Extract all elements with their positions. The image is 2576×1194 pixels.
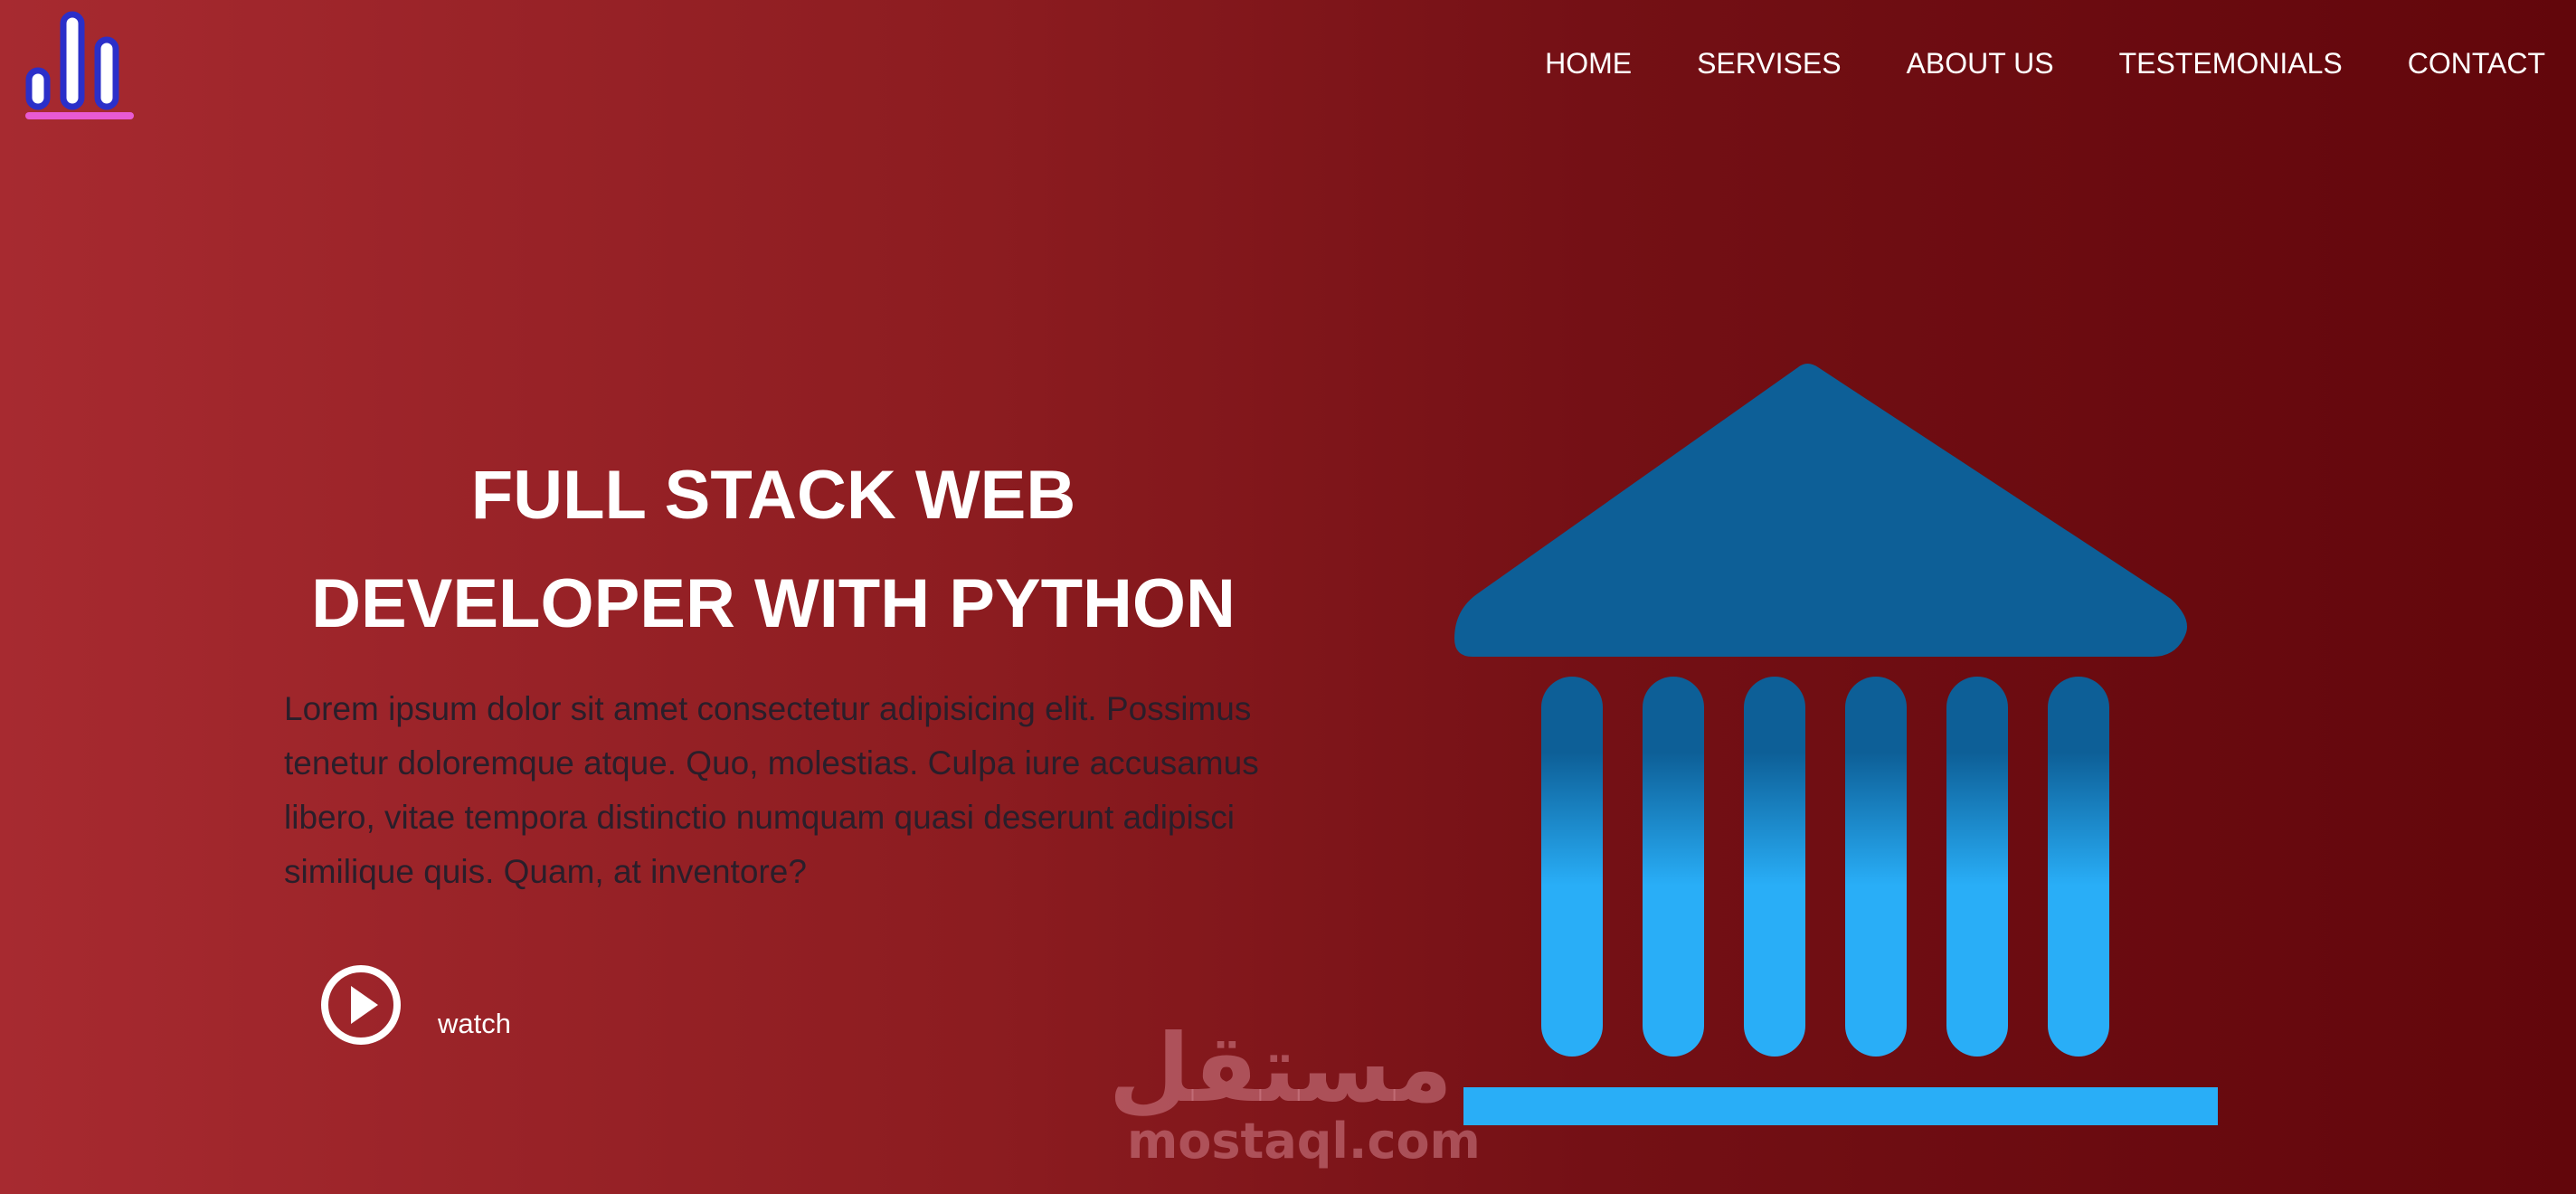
hero-title-line-1: FULL STACK WEB: [470, 457, 1076, 534]
site-logo[interactable]: [24, 7, 137, 121]
bank-building-icon: [1454, 364, 2218, 1125]
nav-home[interactable]: HOME: [1545, 43, 1632, 83]
watermark-latin: mostaql.com: [1127, 1113, 1481, 1170]
watermark: مستقل mostaql.com: [1108, 1013, 1481, 1172]
column-5: [1946, 677, 2008, 1057]
hero-illustration: [1447, 353, 2225, 1140]
column-2: [1643, 677, 1704, 1057]
building-base: [1463, 1087, 2218, 1125]
watermark-arabic: مستقل: [1108, 1013, 1453, 1123]
main-nav: HOME SERVISES ABOUT US TESTEMONIALS CONT…: [1480, 43, 2545, 83]
nav-testimonials[interactable]: TESTEMONIALS: [2119, 43, 2343, 83]
column-1: [1541, 677, 1603, 1057]
bar-chart-logo-icon: [25, 11, 134, 119]
watch-label[interactable]: watch: [438, 1004, 511, 1044]
roof-shape: [1454, 364, 2187, 657]
watch-play-button[interactable]: [320, 964, 402, 1046]
hero-title-line-2: DEVELOPER WITH PYTHON: [311, 565, 1236, 642]
nav-services[interactable]: SERVISES: [1697, 43, 1841, 83]
hero-title: FULL STACK WEB DEVELOPER WITH PYTHON: [226, 441, 1321, 659]
play-circle-icon: [321, 965, 401, 1045]
nav-contact[interactable]: CONTACT: [2408, 43, 2545, 83]
column-4: [1845, 677, 1907, 1057]
column-3: [1744, 677, 1805, 1057]
hero-description: Lorem ipsum dolor sit amet consectetur a…: [284, 690, 1259, 890]
nav-about-us[interactable]: ABOUT US: [1907, 43, 2054, 83]
column-6: [2048, 677, 2109, 1057]
